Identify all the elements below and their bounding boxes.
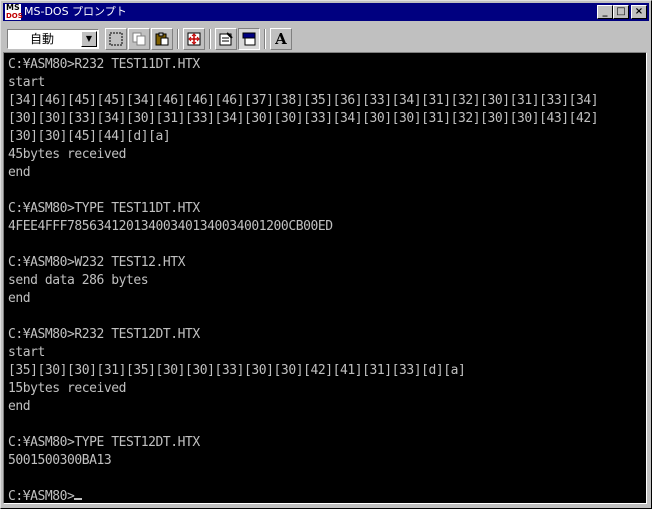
console-line: C:¥ASM80>TYPE TEST11DT.HTX	[8, 201, 200, 216]
console-line: send data 286 bytes	[8, 273, 149, 288]
properties-icon	[219, 32, 233, 46]
font-icon: A	[275, 30, 287, 48]
prompt-line: C:¥ASM80>	[8, 489, 75, 504]
maximize-button[interactable]: □	[613, 5, 629, 19]
properties-button[interactable]	[215, 28, 237, 50]
console-line: end	[8, 291, 31, 306]
console-line: 45bytes received	[8, 147, 127, 162]
console-line: C:¥ASM80>R232 TEST12DT.HTX	[8, 327, 200, 342]
text-cursor	[74, 498, 83, 500]
paste-button[interactable]	[151, 28, 173, 50]
paste-icon	[155, 32, 169, 46]
console-line: start	[8, 75, 45, 90]
mark-icon	[109, 32, 123, 46]
title-bar[interactable]: MS DOS MS-DOS プロンプト _ □ ×	[3, 3, 649, 21]
ms-dos-prompt-window: MS DOS MS-DOS プロンプト _ □ × 自動 ▼ A C:¥ASM8…	[0, 0, 652, 509]
chevron-down-icon[interactable]: ▼	[81, 31, 97, 47]
mark-button[interactable]	[105, 28, 127, 50]
maximize-icon: □	[616, 6, 626, 17]
console-output[interactable]: C:¥ASM80>R232 TEST11DT.HTX start [34][46…	[3, 52, 647, 504]
console-line: [30][30][45][44][d][a]	[8, 129, 171, 144]
icon-label-bottom: DOS	[6, 12, 23, 20]
console-line: [35][30][30][31][35][30][30][33][30][30]…	[8, 363, 466, 378]
background-icon	[242, 32, 256, 46]
copy-icon	[132, 32, 146, 46]
msdos-app-icon[interactable]: MS DOS	[5, 3, 23, 20]
toolbar: 自動 ▼ A	[3, 23, 649, 51]
console-line: 15bytes received	[8, 381, 127, 396]
close-icon: ×	[634, 6, 644, 17]
window-title: MS-DOS プロンプト	[24, 5, 127, 18]
console-line: 4FEE4FFF785634120134003401340034001200CB…	[8, 219, 333, 234]
console-line: end	[8, 165, 31, 180]
minimize-button[interactable]: _	[597, 5, 613, 19]
font-button[interactable]: A	[270, 28, 292, 50]
console-line: C:¥ASM80>R232 TEST11DT.HTX	[8, 57, 200, 72]
icon-label-top: MS	[6, 3, 20, 12]
console-line: C:¥ASM80>TYPE TEST12DT.HTX	[8, 435, 200, 450]
toolbar-separator	[177, 29, 179, 49]
background-button[interactable]	[238, 28, 260, 50]
full-screen-icon	[187, 32, 201, 46]
font-size-value: 自動	[30, 32, 55, 46]
console-line: [30][30][33][34][30][31][33][34][30][30]…	[8, 111, 599, 126]
toolbar-separator	[264, 29, 266, 49]
toolbar-separator	[209, 29, 211, 49]
console-line: end	[8, 399, 31, 414]
minimize-icon: _	[602, 6, 608, 17]
font-size-select[interactable]: 自動 ▼	[7, 29, 99, 49]
console-line: [34][46][45][45][34][46][46][46][37][38]…	[8, 93, 599, 108]
console-line: start	[8, 345, 45, 360]
console-line: 5001500300BA13	[8, 453, 112, 468]
copy-button[interactable]	[128, 28, 150, 50]
close-button[interactable]: ×	[631, 5, 647, 19]
console-line: C:¥ASM80>W232 TEST12.HTX	[8, 255, 186, 270]
full-screen-button[interactable]	[183, 28, 205, 50]
